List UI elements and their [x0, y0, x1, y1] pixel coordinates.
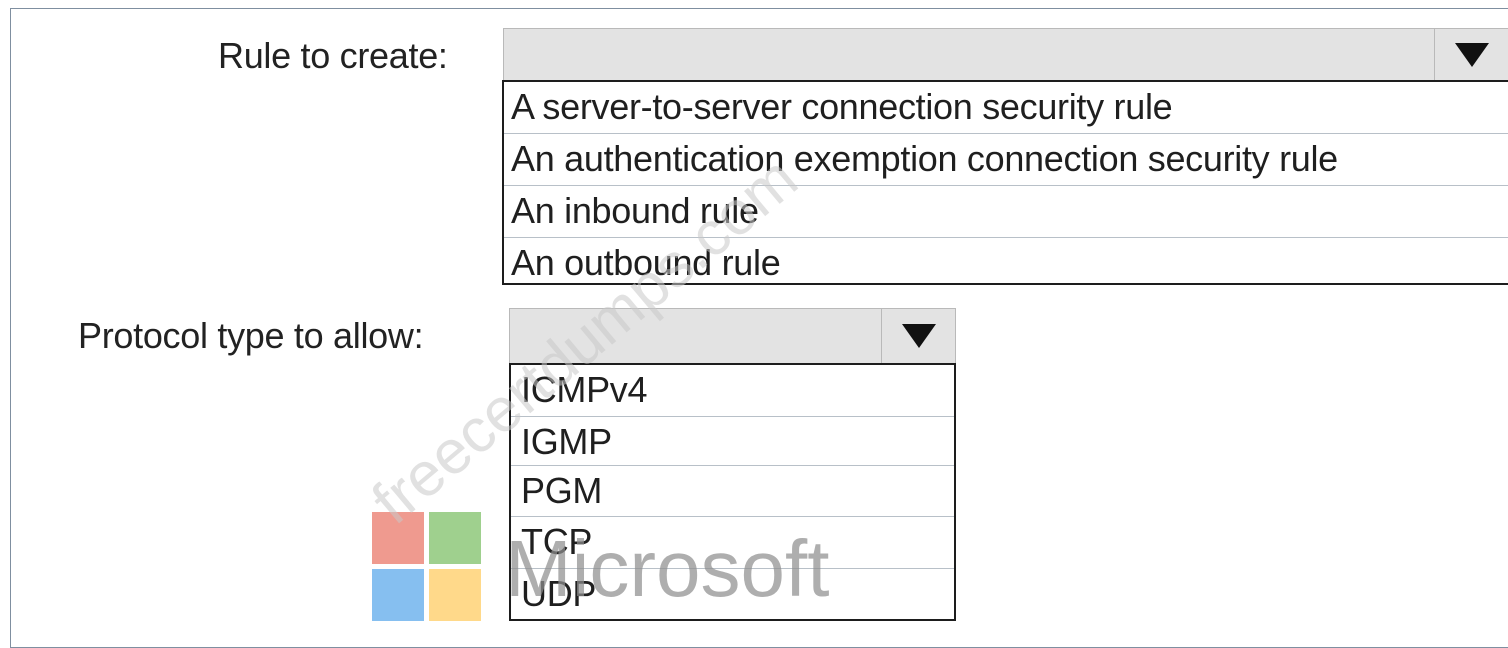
rule-option[interactable]: An authentication exemption connection s… — [504, 134, 1508, 186]
rule-dropdown-button[interactable] — [1434, 29, 1508, 81]
logo-square-yellow — [429, 569, 481, 621]
logo-square-blue — [372, 569, 424, 621]
protocol-option[interactable]: PGM — [511, 466, 954, 517]
logo-square-green — [429, 512, 481, 564]
triangle-down-icon — [1455, 43, 1489, 67]
rule-label: Rule to create: — [218, 35, 448, 76]
protocol-dropdown-button[interactable] — [881, 309, 955, 363]
microsoft-wordmark: Microsoft — [505, 524, 830, 613]
rule-dropdown[interactable] — [503, 28, 1508, 82]
rule-option[interactable]: A server-to-server connection security r… — [504, 82, 1508, 134]
protocol-option[interactable]: IGMP — [511, 417, 954, 466]
protocol-label: Protocol type to allow: — [78, 315, 424, 356]
rule-option[interactable]: An inbound rule — [504, 186, 1508, 238]
triangle-down-icon — [901, 324, 936, 348]
